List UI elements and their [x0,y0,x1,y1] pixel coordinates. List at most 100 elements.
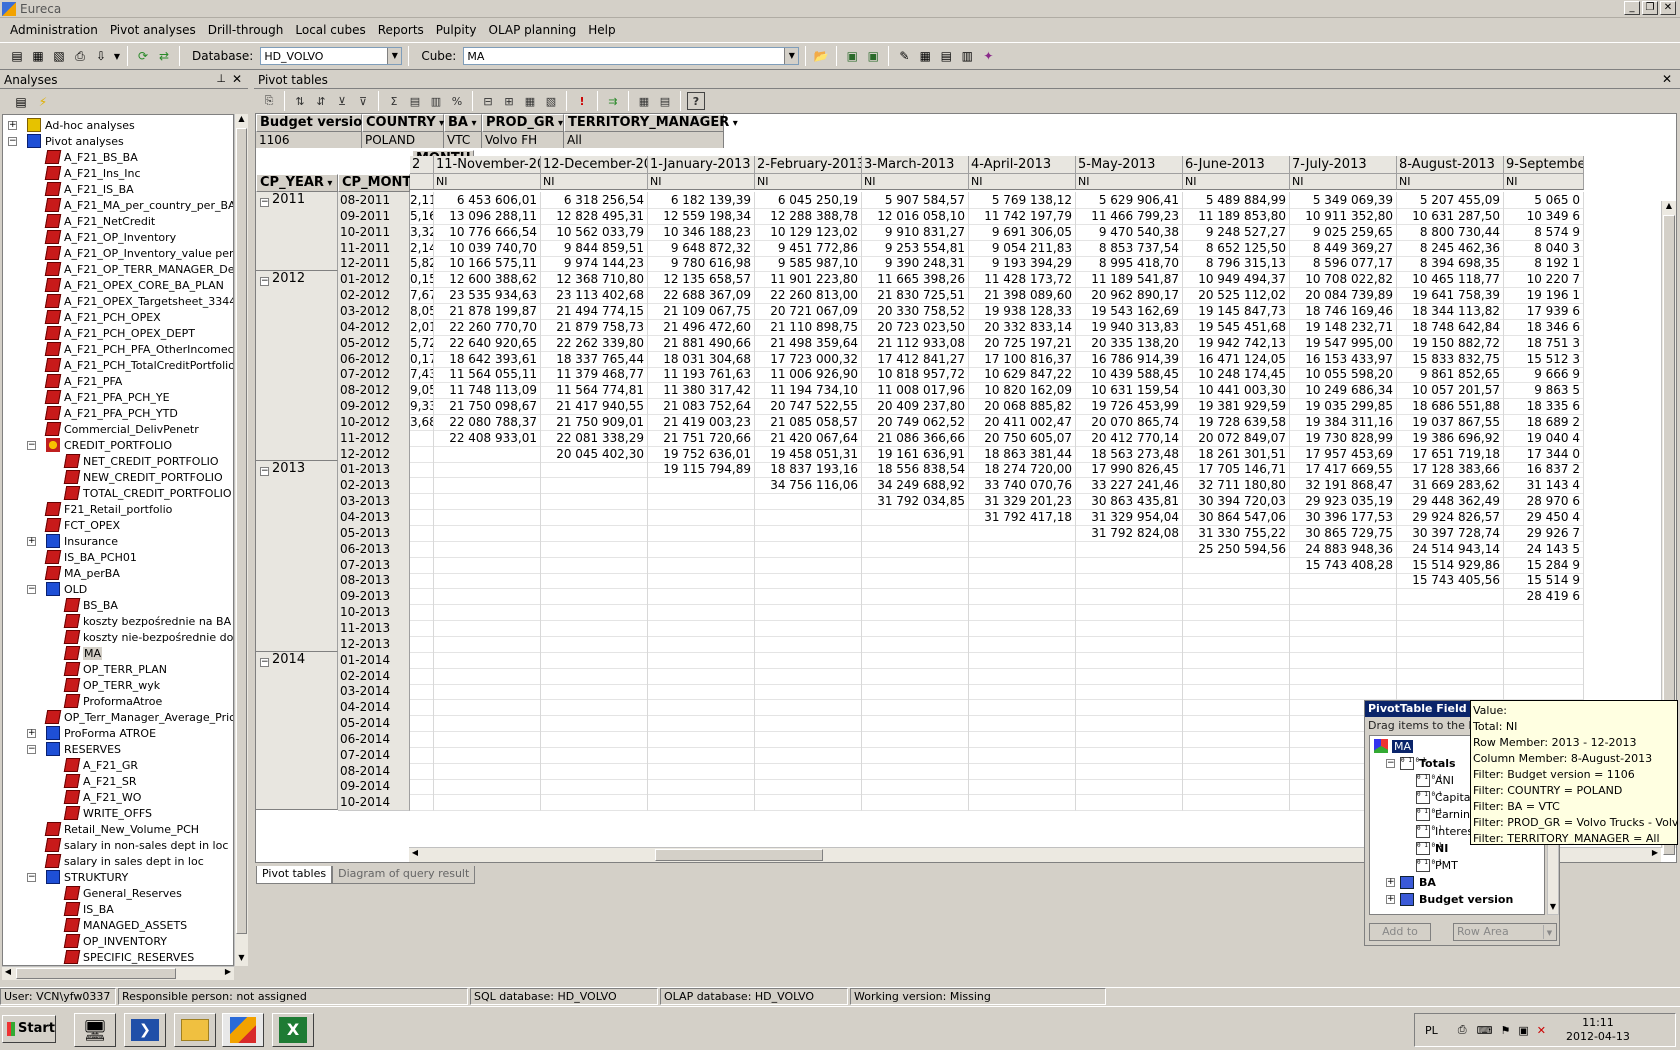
table-cell[interactable]: 21 494 774,15 [541,302,648,320]
table-cell[interactable] [410,572,434,590]
table-cell[interactable]: 21 420 067,64 [755,429,862,447]
tab-diagram-of-query-result[interactable]: Diagram of query result [332,866,476,884]
tree-item[interactable]: A_F21_OP_Inventory [44,229,176,245]
table-cell[interactable]: 12 288 388,78 [755,207,862,225]
table-cell[interactable]: 21 112 933,08 [862,334,969,352]
table-cell[interactable]: 16 786 914,39 [1076,350,1183,368]
table-cell[interactable]: 16 837 2 [1504,461,1584,479]
collapse-icon[interactable]: − [260,198,269,207]
table-cell[interactable]: 9 780 616,98 [648,255,755,273]
table-cell[interactable] [648,746,755,764]
table-cell[interactable] [410,794,434,812]
tree-item[interactable]: salary in non-sales dept in loc [44,837,228,853]
table-cell[interactable] [1076,635,1183,653]
tree-item[interactable]: koszty bezpośrednie na BA [63,613,231,629]
table-cell[interactable]: 19 728 639,58 [1183,413,1290,431]
table-cell[interactable]: 15 833 832,75 [1397,350,1504,368]
menu-reports[interactable]: Reports [372,23,430,37]
table-cell[interactable] [1183,794,1290,812]
table-cell[interactable]: 8 596 077,17 [1290,255,1397,273]
minimize-button[interactable]: _ [1624,1,1640,15]
collapse-icon[interactable]: − [260,657,269,667]
tree-item[interactable]: A_F21_OPEX_Targetsheet_3344210 [44,293,233,309]
table-cell[interactable]: 21 881 490,66 [648,334,755,352]
table-cell[interactable] [1076,699,1183,717]
table-cell[interactable]: 9,05 [410,382,434,400]
table-cell[interactable]: 6 453 606,01 [434,192,541,209]
table-cell[interactable]: 20 045 402,30 [541,445,648,463]
table-cell[interactable] [755,588,862,606]
table-cell[interactable]: 20 330 758,52 [862,302,969,320]
volume-muted-icon[interactable]: ✕ [1537,1024,1546,1037]
table-cell[interactable] [1183,619,1290,637]
table-cell[interactable] [410,715,434,733]
table-cell[interactable]: 5 349 069,39 [1290,192,1397,209]
tree-item[interactable]: Pivot analyses [27,133,124,149]
table-cell[interactable]: 20 411 002,47 [969,413,1076,431]
table-cell[interactable]: 8 800 730,44 [1397,223,1504,241]
table-cell[interactable] [1290,619,1397,637]
table-cell[interactable] [1397,604,1504,622]
menu-pulpity[interactable]: Pulpity [430,23,483,37]
table-cell[interactable]: 8 652 125,50 [1183,239,1290,257]
table-cell[interactable] [1076,619,1183,637]
table-cell[interactable]: 18 563 273,48 [1076,445,1183,463]
table-cell[interactable] [755,746,862,764]
table-cell[interactable]: 10 057 201,57 [1397,382,1504,400]
table-cell[interactable]: 34 249 688,92 [862,477,969,495]
table-cell[interactable] [648,699,755,717]
table-cell[interactable] [755,715,862,733]
table-cell[interactable] [410,445,434,463]
table-cell[interactable]: 12 135 658,57 [648,271,755,289]
table-cell[interactable]: 16 153 433,97 [1290,350,1397,368]
table-cell[interactable]: 31 329 201,23 [969,493,1076,511]
printer-icon[interactable]: ⎙ [1458,1023,1467,1037]
tree-item[interactable]: STRUKTURY [46,869,128,885]
table-cell[interactable]: 9 390 248,31 [862,255,969,273]
table-cell[interactable] [969,524,1076,542]
table-cell[interactable] [541,667,648,685]
filter-icon[interactable]: ⊻ [333,92,351,110]
table-cell[interactable] [1504,651,1584,669]
table-cell[interactable] [862,619,969,637]
table-cell[interactable] [648,778,755,796]
table-cell[interactable] [862,683,969,701]
table-cell[interactable]: 17 412 841,27 [862,350,969,368]
field-list-item[interactable]: 0 1 0 1 Earning [1416,806,1477,822]
tree-item[interactable]: BS_BA [63,597,118,613]
table-cell[interactable] [648,524,755,542]
table-cell[interactable] [1183,667,1290,685]
table-cell[interactable] [1290,604,1397,622]
table-cell[interactable]: 24 514 943,14 [1397,540,1504,558]
table-cell[interactable]: 6 045 250,19 [755,192,862,209]
table-cell[interactable] [434,794,541,812]
table-cell[interactable] [648,493,755,511]
table-cell[interactable] [434,683,541,701]
table-cell[interactable] [648,509,755,526]
tree-item[interactable]: A_F21_PCH_TotalCreditPortfolio [44,357,233,373]
table-cell[interactable]: 21 496 472,60 [648,318,755,336]
table-cell[interactable] [1397,667,1504,685]
table-cell[interactable]: 2,01 [410,318,434,336]
table-cell[interactable] [410,683,434,701]
table-cell[interactable] [541,651,648,669]
table-cell[interactable] [1076,778,1183,796]
refresh-cube-icon[interactable]: ⟳ [134,47,152,65]
table-cell[interactable] [648,715,755,733]
table-cell[interactable] [1183,730,1290,748]
table-cell[interactable]: 20 725 197,21 [969,334,1076,352]
table-cell[interactable] [755,540,862,558]
flag-icon[interactable]: ⚑ [1500,1024,1510,1037]
table-cell[interactable]: 10 055 598,20 [1290,366,1397,384]
table-cell[interactable]: 18 346 6 [1504,318,1584,336]
table-cell[interactable]: 11 006 926,90 [755,366,862,384]
table-cell[interactable]: 10 818 957,72 [862,366,969,384]
table-cell[interactable]: 21 751 720,66 [648,429,755,447]
tree-item[interactable]: A_F21_OP_TERR_MANAGER_Delive [44,261,233,277]
tree-item[interactable]: A_F21_PFA_PCH_YE [44,389,170,405]
table-cell[interactable]: 28 970 6 [1504,493,1584,511]
table-cell[interactable] [434,445,541,463]
table-cell[interactable]: 2,11 [410,192,434,209]
dropdown-arrow-icon[interactable]: ▼ [113,47,121,65]
copy-icon[interactable]: ⎘ [260,92,278,110]
